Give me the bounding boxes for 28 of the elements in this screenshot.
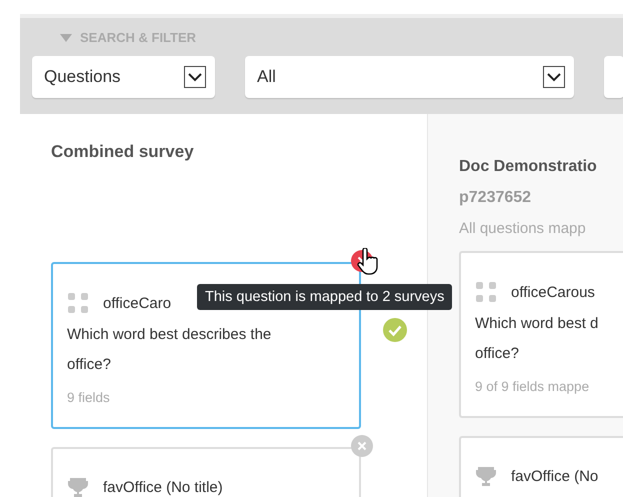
dropdown-field[interactable] [604, 56, 623, 98]
trophy-icon [475, 466, 497, 486]
survey-id: p7237652 [459, 189, 532, 207]
dropdown-field[interactable]: All [245, 56, 574, 98]
field-count: 9 of 9 fields mappe [475, 379, 590, 394]
question-card[interactable]: favOffice (No title) [51, 447, 361, 497]
tooltip: This question is mapped to 2 surveys [197, 284, 452, 310]
hand-cursor-icon [357, 248, 379, 276]
question-name: officeCarous [511, 284, 595, 300]
mapping-status: All questions mapp [459, 220, 587, 239]
dropdown-field[interactable]: Questions [32, 56, 215, 98]
trophy-icon [67, 477, 89, 497]
survey-title: Doc Demonstratio [459, 158, 598, 176]
question-name: officeCaro [103, 294, 172, 312]
column-title: Combined survey [51, 142, 194, 162]
question-name: favOffice (No title) [103, 478, 223, 496]
collapse-triangle-icon[interactable] [60, 34, 72, 42]
question-name: favOffice (No [511, 468, 598, 484]
question-card[interactable]: officeCarous Which word best d office? 9 of 9 fields mappe [459, 251, 623, 418]
chevron-down-icon [184, 66, 206, 88]
chevron-down-icon [543, 66, 565, 88]
grid-icon [475, 281, 497, 303]
question-text: office? [475, 344, 520, 364]
question-text: Which word best d [475, 314, 600, 334]
question-card[interactable]: favOffice (No [459, 436, 623, 497]
grid-icon [67, 292, 89, 314]
field-count: 9 fields [67, 390, 111, 405]
question-text: Which word best describes the office? [67, 325, 272, 375]
